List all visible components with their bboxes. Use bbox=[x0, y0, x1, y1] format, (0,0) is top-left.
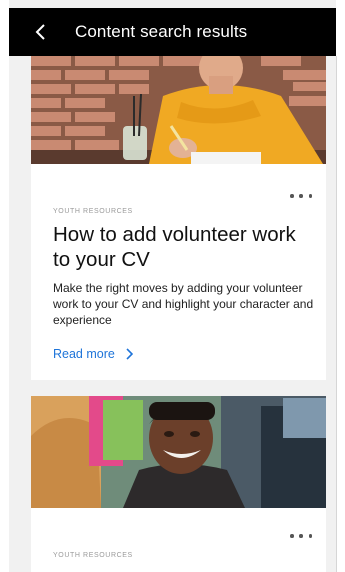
read-more-label: Read more bbox=[53, 347, 115, 361]
screen-edge bbox=[336, 56, 337, 572]
back-button[interactable] bbox=[21, 8, 61, 56]
more-options-button[interactable] bbox=[290, 529, 312, 543]
app-bar: Content search results bbox=[9, 8, 336, 56]
article-title[interactable]: How to add volunteer work to your CV bbox=[53, 222, 311, 272]
dot bbox=[299, 534, 303, 538]
page-title: Content search results bbox=[75, 22, 248, 41]
dot bbox=[290, 534, 294, 538]
dot bbox=[299, 194, 303, 198]
article-card[interactable]: YOUTH RESOURCES bbox=[31, 396, 326, 572]
article-card[interactable]: YOUTH RESOURCES How to add volunteer wor… bbox=[31, 56, 326, 380]
chevron-right-icon bbox=[126, 348, 133, 360]
smiling-young-man-photo bbox=[31, 396, 326, 508]
content-area: YOUTH RESOURCES How to add volunteer wor… bbox=[9, 56, 336, 572]
more-options-button[interactable] bbox=[290, 189, 312, 203]
dot bbox=[290, 194, 294, 198]
dot bbox=[308, 534, 312, 538]
read-more-link[interactable]: Read more bbox=[53, 347, 133, 361]
woman-writing-photo bbox=[31, 56, 326, 164]
dot bbox=[308, 194, 312, 198]
chevron-left-icon bbox=[35, 24, 45, 40]
article-summary: Make the right moves by adding your volu… bbox=[53, 281, 314, 327]
article-category: YOUTH RESOURCES bbox=[53, 208, 133, 215]
article-category: YOUTH RESOURCES bbox=[53, 552, 133, 559]
